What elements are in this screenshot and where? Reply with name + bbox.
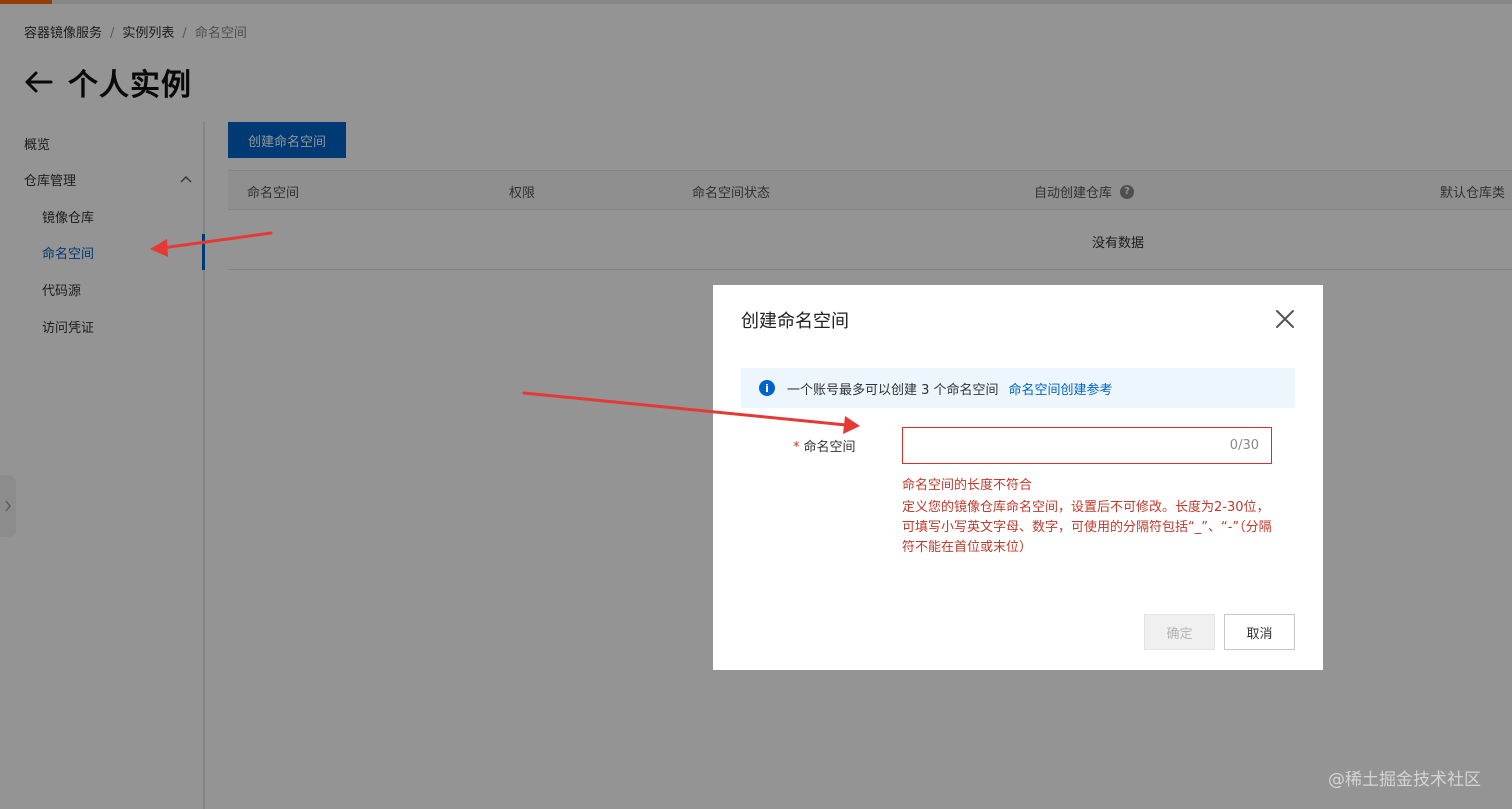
namespace-input-wrapper: 0/30	[902, 427, 1272, 464]
validation-description: 定义您的镜像仓库命名空间，设置后不可修改。长度为2-30位，可填写小写英文字母、…	[902, 500, 1272, 555]
dialog-title: 创建命名空间	[741, 311, 849, 332]
alert-text: 一个账号最多可以创建 3 个命名空间	[787, 382, 999, 398]
confirm-button[interactable]: 确定	[1144, 614, 1215, 650]
create-namespace-dialog: 创建命名空间 i 一个账号最多可以创建 3 个命名空间 命名空间创建参考 * 命名…	[713, 285, 1323, 670]
namespace-reference-link[interactable]: 命名空间创建参考	[1009, 379, 1113, 398]
namespace-input[interactable]	[903, 428, 1271, 463]
close-icon[interactable]	[1273, 307, 1297, 331]
required-mark: *	[793, 440, 800, 455]
info-alert: i 一个账号最多可以创建 3 个命名空间 命名空间创建参考	[741, 368, 1295, 408]
watermark: @稀土掘金技术社区	[1328, 770, 1481, 790]
validation-error: 命名空间的长度不符合	[902, 478, 1033, 493]
info-icon: i	[759, 380, 775, 396]
namespace-field-label-text: 命名空间	[803, 440, 856, 455]
char-counter: 0/30	[1229, 438, 1259, 453]
cancel-button[interactable]: 取消	[1224, 614, 1295, 650]
namespace-field-label: * 命名空间	[793, 436, 856, 455]
